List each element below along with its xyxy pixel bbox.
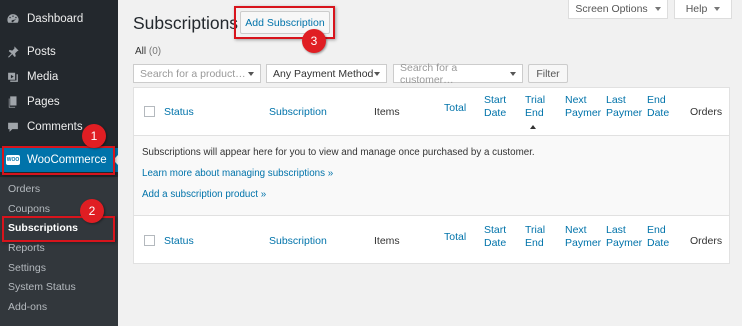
- callout-badge-3: 3: [302, 29, 326, 53]
- column-last-payment-line1: Last: [606, 94, 626, 106]
- pages-icon: [6, 95, 20, 109]
- column-start-date-line1: Start: [484, 224, 507, 236]
- table-empty-row: Subscriptions will appear here for you t…: [134, 136, 729, 215]
- column-start-date[interactable]: Start Date: [484, 94, 506, 120]
- column-trial-end[interactable]: Trial End: [525, 94, 545, 120]
- media-icon: [6, 70, 20, 84]
- menu-item-pages[interactable]: Pages: [0, 90, 118, 114]
- column-end-date-line2: Date: [647, 237, 670, 249]
- column-status[interactable]: Status: [164, 235, 194, 248]
- column-trial-end-line2: End: [525, 107, 544, 119]
- column-end-date[interactable]: End Date: [647, 94, 669, 120]
- column-start-date-line2: Date: [484, 237, 507, 249]
- select-all-checkbox-footer[interactable]: [144, 235, 155, 246]
- menu-item-label: Pages: [27, 96, 60, 108]
- column-items: Items: [374, 235, 400, 247]
- column-last-payment-line2: Paymer: [606, 237, 643, 249]
- menu-item-label: Comments: [27, 121, 83, 133]
- column-next-payment-line2: Paymer: [565, 107, 602, 119]
- column-items: Items: [374, 106, 400, 118]
- view-all-label: All: [135, 46, 147, 57]
- pin-icon: [6, 45, 20, 59]
- customer-search-select[interactable]: Search for a customer…: [393, 61, 523, 86]
- payment-method-select[interactable]: Any Payment Method: [266, 64, 387, 83]
- column-next-payment-line2: Paymer: [565, 237, 602, 249]
- column-subscription[interactable]: Subscription: [269, 106, 327, 119]
- dashboard-icon: [6, 12, 20, 26]
- menu-item-label: Posts: [27, 46, 56, 58]
- highlight-woocommerce: [2, 146, 115, 175]
- callout-badge-1: 1: [82, 124, 106, 148]
- column-end-date-line1: End: [647, 94, 666, 106]
- caret-down-icon: [714, 7, 721, 11]
- submenu-item-settings[interactable]: Settings: [8, 259, 116, 277]
- column-next-payment-line1: Next: [565, 224, 587, 236]
- submenu-item-orders[interactable]: Orders: [8, 180, 116, 198]
- view-all[interactable]: All (0): [135, 46, 161, 57]
- column-trial-end[interactable]: Trial End: [525, 224, 545, 250]
- column-trial-end-line2: End: [525, 237, 544, 249]
- menu-item-posts[interactable]: Posts: [0, 40, 118, 64]
- screen-options-label: Screen Options: [575, 3, 648, 15]
- menu-item-media[interactable]: Media: [0, 65, 118, 89]
- comments-icon: [6, 120, 20, 134]
- column-start-date-line2: Date: [484, 107, 507, 119]
- column-start-date-line1: Start: [484, 94, 507, 106]
- callout-badge-2: 2: [80, 199, 104, 223]
- caret-down-icon: [510, 71, 516, 76]
- sort-ascending-icon: [530, 125, 536, 129]
- caret-down-icon: [654, 7, 661, 11]
- column-subscription[interactable]: Subscription: [269, 235, 327, 248]
- column-trial-end-line1: Trial: [525, 224, 546, 236]
- customer-search-placeholder: Search for a customer…: [400, 61, 458, 86]
- learn-more-link[interactable]: Learn more about managing subscriptions …: [142, 168, 333, 179]
- column-end-date[interactable]: End Date: [647, 224, 669, 250]
- submenu-item-system-status[interactable]: System Status: [8, 278, 116, 296]
- column-next-payment-line1: Next: [565, 94, 587, 106]
- screen-options-button[interactable]: Screen Options: [568, 0, 668, 19]
- view-all-count: (0): [148, 46, 162, 57]
- column-status[interactable]: Status: [164, 106, 194, 119]
- column-next-payment[interactable]: Next Paymer: [565, 94, 601, 120]
- caret-down-icon: [374, 71, 380, 76]
- product-search-select[interactable]: Search for a product…: [133, 64, 261, 83]
- filter-button[interactable]: Filter: [528, 64, 568, 83]
- subscriptions-table: Status Subscription Items Total Start Da…: [133, 87, 730, 264]
- column-start-date[interactable]: Start Date: [484, 224, 506, 250]
- empty-message: Subscriptions will appear here for you t…: [142, 147, 535, 158]
- column-total[interactable]: Total: [444, 102, 466, 115]
- select-all-checkbox[interactable]: [144, 106, 155, 117]
- column-last-payment[interactable]: Last Paymer: [606, 94, 642, 120]
- column-last-payment[interactable]: Last Paymer: [606, 224, 642, 250]
- column-last-payment-line1: Last: [606, 224, 626, 236]
- payment-method-value: Any Payment Method: [273, 67, 374, 80]
- column-trial-end-line1: Trial: [525, 94, 546, 106]
- column-total[interactable]: Total: [444, 231, 466, 244]
- submenu-item-add-ons[interactable]: Add-ons: [8, 298, 116, 316]
- menu-item-dashboard[interactable]: Dashboard: [0, 7, 118, 31]
- table-header-row: Status Subscription Items Total Start Da…: [134, 88, 729, 136]
- column-orders: Orders: [690, 235, 723, 247]
- help-label: Help: [685, 3, 708, 15]
- column-orders: Orders: [690, 106, 723, 118]
- add-subscription-product-link[interactable]: Add a subscription product »: [142, 189, 266, 200]
- page-title: Subscriptions: [133, 13, 239, 33]
- column-end-date-line2: Date: [647, 107, 670, 119]
- column-end-date-line1: End: [647, 224, 666, 236]
- column-next-payment[interactable]: Next Paymer: [565, 224, 601, 250]
- product-search-placeholder: Search for a product…: [140, 67, 246, 80]
- column-last-payment-line2: Paymer: [606, 107, 643, 119]
- menu-item-label: Media: [27, 71, 59, 83]
- menu-item-label: Dashboard: [27, 13, 84, 25]
- table-footer-row: Status Subscription Items Total Start Da…: [134, 215, 729, 263]
- caret-down-icon: [248, 71, 254, 76]
- woocommerce-submenu: Orders Coupons Subscriptions Reports Set…: [0, 177, 118, 326]
- help-button[interactable]: Help: [674, 0, 732, 19]
